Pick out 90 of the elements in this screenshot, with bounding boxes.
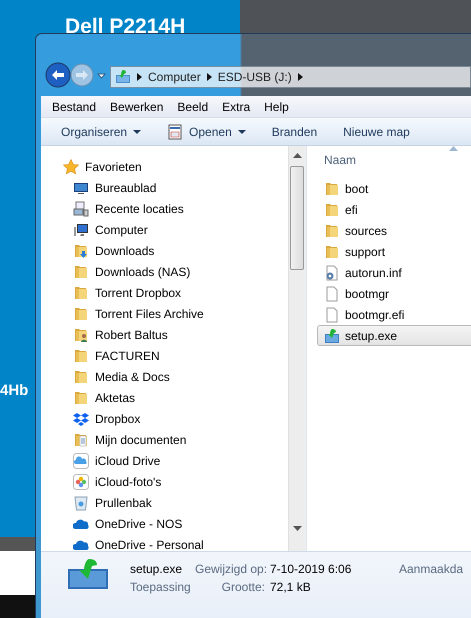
menu-item[interactable]: Help (257, 98, 296, 116)
folder-icon (73, 306, 89, 322)
folder-icon (324, 202, 340, 218)
user-folder-icon (73, 326, 89, 342)
file-icon (324, 286, 340, 302)
folder-icon (324, 222, 340, 238)
file-name: setup.exe (130, 561, 184, 577)
navigation-item[interactable]: OneDrive - Personal (41, 534, 288, 551)
menu-item[interactable]: Bewerken (103, 98, 170, 116)
chevron-icon[interactable] (137, 73, 142, 81)
folder-icon (324, 244, 340, 260)
folder-icon (324, 180, 340, 196)
recycle-bin-icon (73, 494, 89, 510)
navigation-item[interactable]: Dropbox (41, 408, 288, 429)
navigation-item[interactable]: Recente locaties (41, 198, 288, 219)
navigation-item[interactable]: Media & Docs (41, 366, 288, 387)
download-folder-icon (73, 242, 89, 258)
installer-icon (324, 328, 340, 344)
breadcrumb[interactable]: Computer (148, 68, 201, 86)
file-item[interactable]: bootmgr.efi (307, 304, 471, 325)
scrollbar-thumb[interactable] (290, 166, 304, 270)
documents-folder-icon (73, 432, 89, 448)
navigation-item[interactable]: Downloads (NAS) (41, 261, 288, 282)
navigation-item[interactable]: Downloads (41, 240, 288, 261)
scroll-down-icon[interactable] (293, 526, 302, 531)
toolbar-button[interactable]: Branden (262, 120, 328, 144)
chevron-icon[interactable] (206, 73, 212, 81)
address-bar[interactable]: Computer ESD-USB (J:) (110, 66, 471, 88)
background-bar (0, 595, 35, 618)
chevron-icon[interactable] (298, 73, 303, 81)
folder-icon (73, 390, 89, 406)
star-icon (63, 158, 79, 174)
folder-icon (73, 264, 89, 280)
menu-item[interactable]: Beeld (170, 98, 216, 116)
navigation-item[interactable]: OneDrive - NOS (41, 513, 288, 534)
caret-icon (133, 130, 142, 134)
file-icon (324, 306, 340, 322)
navigation-item[interactable]: Torrent Dropbox (41, 282, 288, 303)
navigation-item[interactable]: FACTUREN (41, 345, 288, 366)
window-icon (167, 124, 184, 140)
navigation-item[interactable]: Torrent Files Archive (41, 303, 288, 324)
navigation-item[interactable]: Robert Baltus (41, 324, 288, 345)
toolbar-button[interactable]: Organiseren (51, 120, 152, 144)
folder-icon (73, 368, 89, 384)
navigation-item[interactable]: Aktetas (41, 387, 288, 408)
navigation-item[interactable]: Computer (41, 219, 288, 240)
navigation-item[interactable]: Mijn documenten (41, 429, 288, 450)
file-item[interactable]: bootmgr (307, 283, 471, 304)
desktop-label: 4Hb (0, 383, 28, 398)
file-item[interactable]: support (307, 241, 471, 262)
scroll-up-icon[interactable] (293, 153, 302, 158)
file-item[interactable]: autorun.inf (307, 262, 471, 283)
file-type: Toepassing (130, 579, 190, 595)
folder-icon (73, 284, 89, 300)
field-label: Aanmaakda (399, 561, 464, 577)
field-value: 72,1 kB (270, 579, 312, 595)
photos-icon (73, 474, 89, 490)
field-label: Grootte: (220, 579, 265, 595)
folder-icon (73, 348, 89, 364)
toolbar-button[interactable]: Openen (157, 120, 256, 144)
file-item[interactable]: boot (307, 178, 471, 199)
field-label: Gewijzigd op: (195, 561, 265, 577)
navigation-item[interactable]: Bureaublad (41, 177, 288, 198)
background-bar (0, 537, 35, 551)
caret-icon (238, 130, 246, 134)
installer-icon (68, 559, 108, 589)
breadcrumb[interactable]: ESD-USB (J:) (218, 68, 292, 86)
file-item[interactable]: setup.exe (317, 325, 471, 346)
navigation-item[interactable]: Favorieten (41, 156, 288, 177)
dropbox-icon (73, 410, 89, 426)
sort-arrow-icon (449, 146, 458, 151)
back-button[interactable] (45, 62, 71, 88)
file-item[interactable]: sources (307, 220, 471, 241)
desktop-label: Dell P2214H (65, 16, 186, 37)
computer-icon (73, 222, 89, 238)
settings-file-icon (324, 264, 340, 280)
cloud-icon (73, 452, 89, 468)
navigation-item[interactable]: iCloud Drive (41, 450, 288, 471)
scrollbar-track[interactable] (288, 146, 305, 551)
navigation-item[interactable]: iCloud-foto's (41, 471, 288, 492)
recent-places-icon (73, 200, 89, 216)
column-header[interactable]: Naam (307, 148, 471, 172)
drive-icon (115, 70, 131, 84)
file-item[interactable]: efi (307, 199, 471, 220)
field-value: 7-10-2019 6:06 (270, 561, 352, 577)
menu-item[interactable]: Bestand (45, 98, 104, 116)
recent-pages-icon[interactable] (97, 73, 106, 79)
navigation-item[interactable]: Prullenbak (41, 492, 288, 513)
toolbar-button[interactable]: Nieuwe map (333, 120, 420, 144)
menu-item[interactable]: Extra (215, 98, 258, 116)
